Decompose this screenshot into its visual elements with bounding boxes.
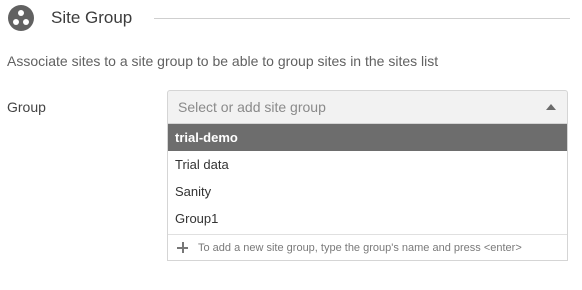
add-group-hint-text: To add a new site group, type the group'… [198,241,522,254]
section-divider [154,17,570,19]
section-header: Site Group [8,4,570,32]
dropdown-option[interactable]: trial-demo [168,124,567,151]
group-dropdown-menu: trial-demo Trial data Sanity Group1 To a… [167,124,568,261]
dropdown-option[interactable]: Sanity [168,178,567,205]
site-group-panel: Site Group Associate sites to a site gro… [0,0,582,290]
plus-icon [177,242,188,253]
dropdown-option[interactable]: Trial data [168,151,567,178]
group-circle-icon [8,5,34,31]
dropdown-option[interactable]: Group1 [168,205,567,232]
group-select-placeholder[interactable]: Select or add site group [178,99,326,115]
section-title: Site Group [51,8,133,27]
dropdown-add-hint: To add a new site group, type the group'… [168,234,567,260]
group-label: Group [7,99,46,115]
group-select[interactable]: Select or add site group [167,90,568,124]
caret-up-icon[interactable] [546,104,556,110]
section-description: Associate sites to a site group to be ab… [7,53,439,69]
